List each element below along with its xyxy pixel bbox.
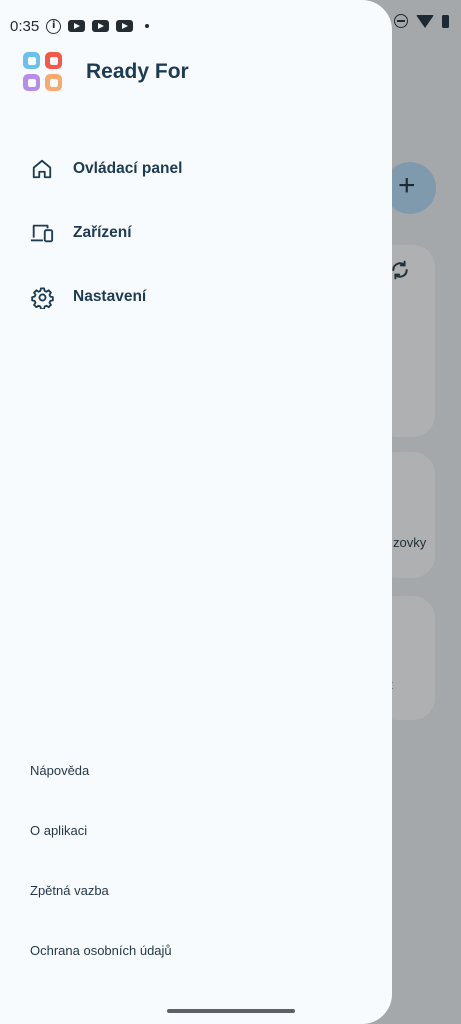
youtube-icon — [68, 20, 86, 32]
nav-item-settings[interactable]: Nastavení — [0, 265, 392, 329]
feedback-link[interactable]: Zpětná vazba — [30, 860, 172, 920]
do-not-disturb-icon — [394, 14, 408, 28]
devices-icon — [30, 221, 54, 245]
app-title: Ready For — [86, 60, 189, 83]
background-card-text: zovky — [393, 535, 427, 550]
battery-icon — [442, 14, 449, 28]
wifi-icon — [416, 14, 434, 28]
info-icon: i — [46, 18, 62, 34]
app-logo-icon — [23, 52, 63, 92]
status-time: 0:35 — [10, 17, 40, 35]
nav-item-devices[interactable]: Zařízení — [0, 201, 392, 265]
sync-icon — [390, 260, 410, 286]
nav-item-label: Ovládací panel — [73, 160, 183, 177]
home-indicator[interactable] — [167, 1009, 295, 1013]
navigation-drawer: 0:35 i Ready For Ovládací panel Zařízení… — [0, 0, 392, 1024]
status-icons-right — [394, 14, 449, 28]
more-notifications-dot-icon — [145, 24, 150, 28]
about-app-link[interactable]: O aplikaci — [30, 800, 172, 860]
nav-item-dashboard[interactable]: Ovládací panel — [0, 137, 392, 201]
gear-icon — [30, 285, 54, 309]
status-bar: 0:35 i — [10, 16, 150, 36]
nav-item-label: Zařízení — [73, 224, 132, 241]
drawer-footer-links: Nápověda O aplikaci Zpětná vazba Ochrana… — [30, 740, 172, 980]
help-link[interactable]: Nápověda — [30, 740, 172, 800]
plus-icon: + — [398, 169, 416, 202]
home-icon — [30, 157, 54, 181]
youtube-icon — [116, 20, 134, 32]
youtube-icon — [92, 20, 110, 32]
privacy-policy-link[interactable]: Ochrana osobních údajů — [30, 920, 172, 980]
drawer-nav: Ovládací panel Zařízení Nastavení — [0, 137, 392, 329]
drawer-header: Ready For — [23, 52, 189, 92]
nav-item-label: Nastavení — [73, 288, 147, 305]
